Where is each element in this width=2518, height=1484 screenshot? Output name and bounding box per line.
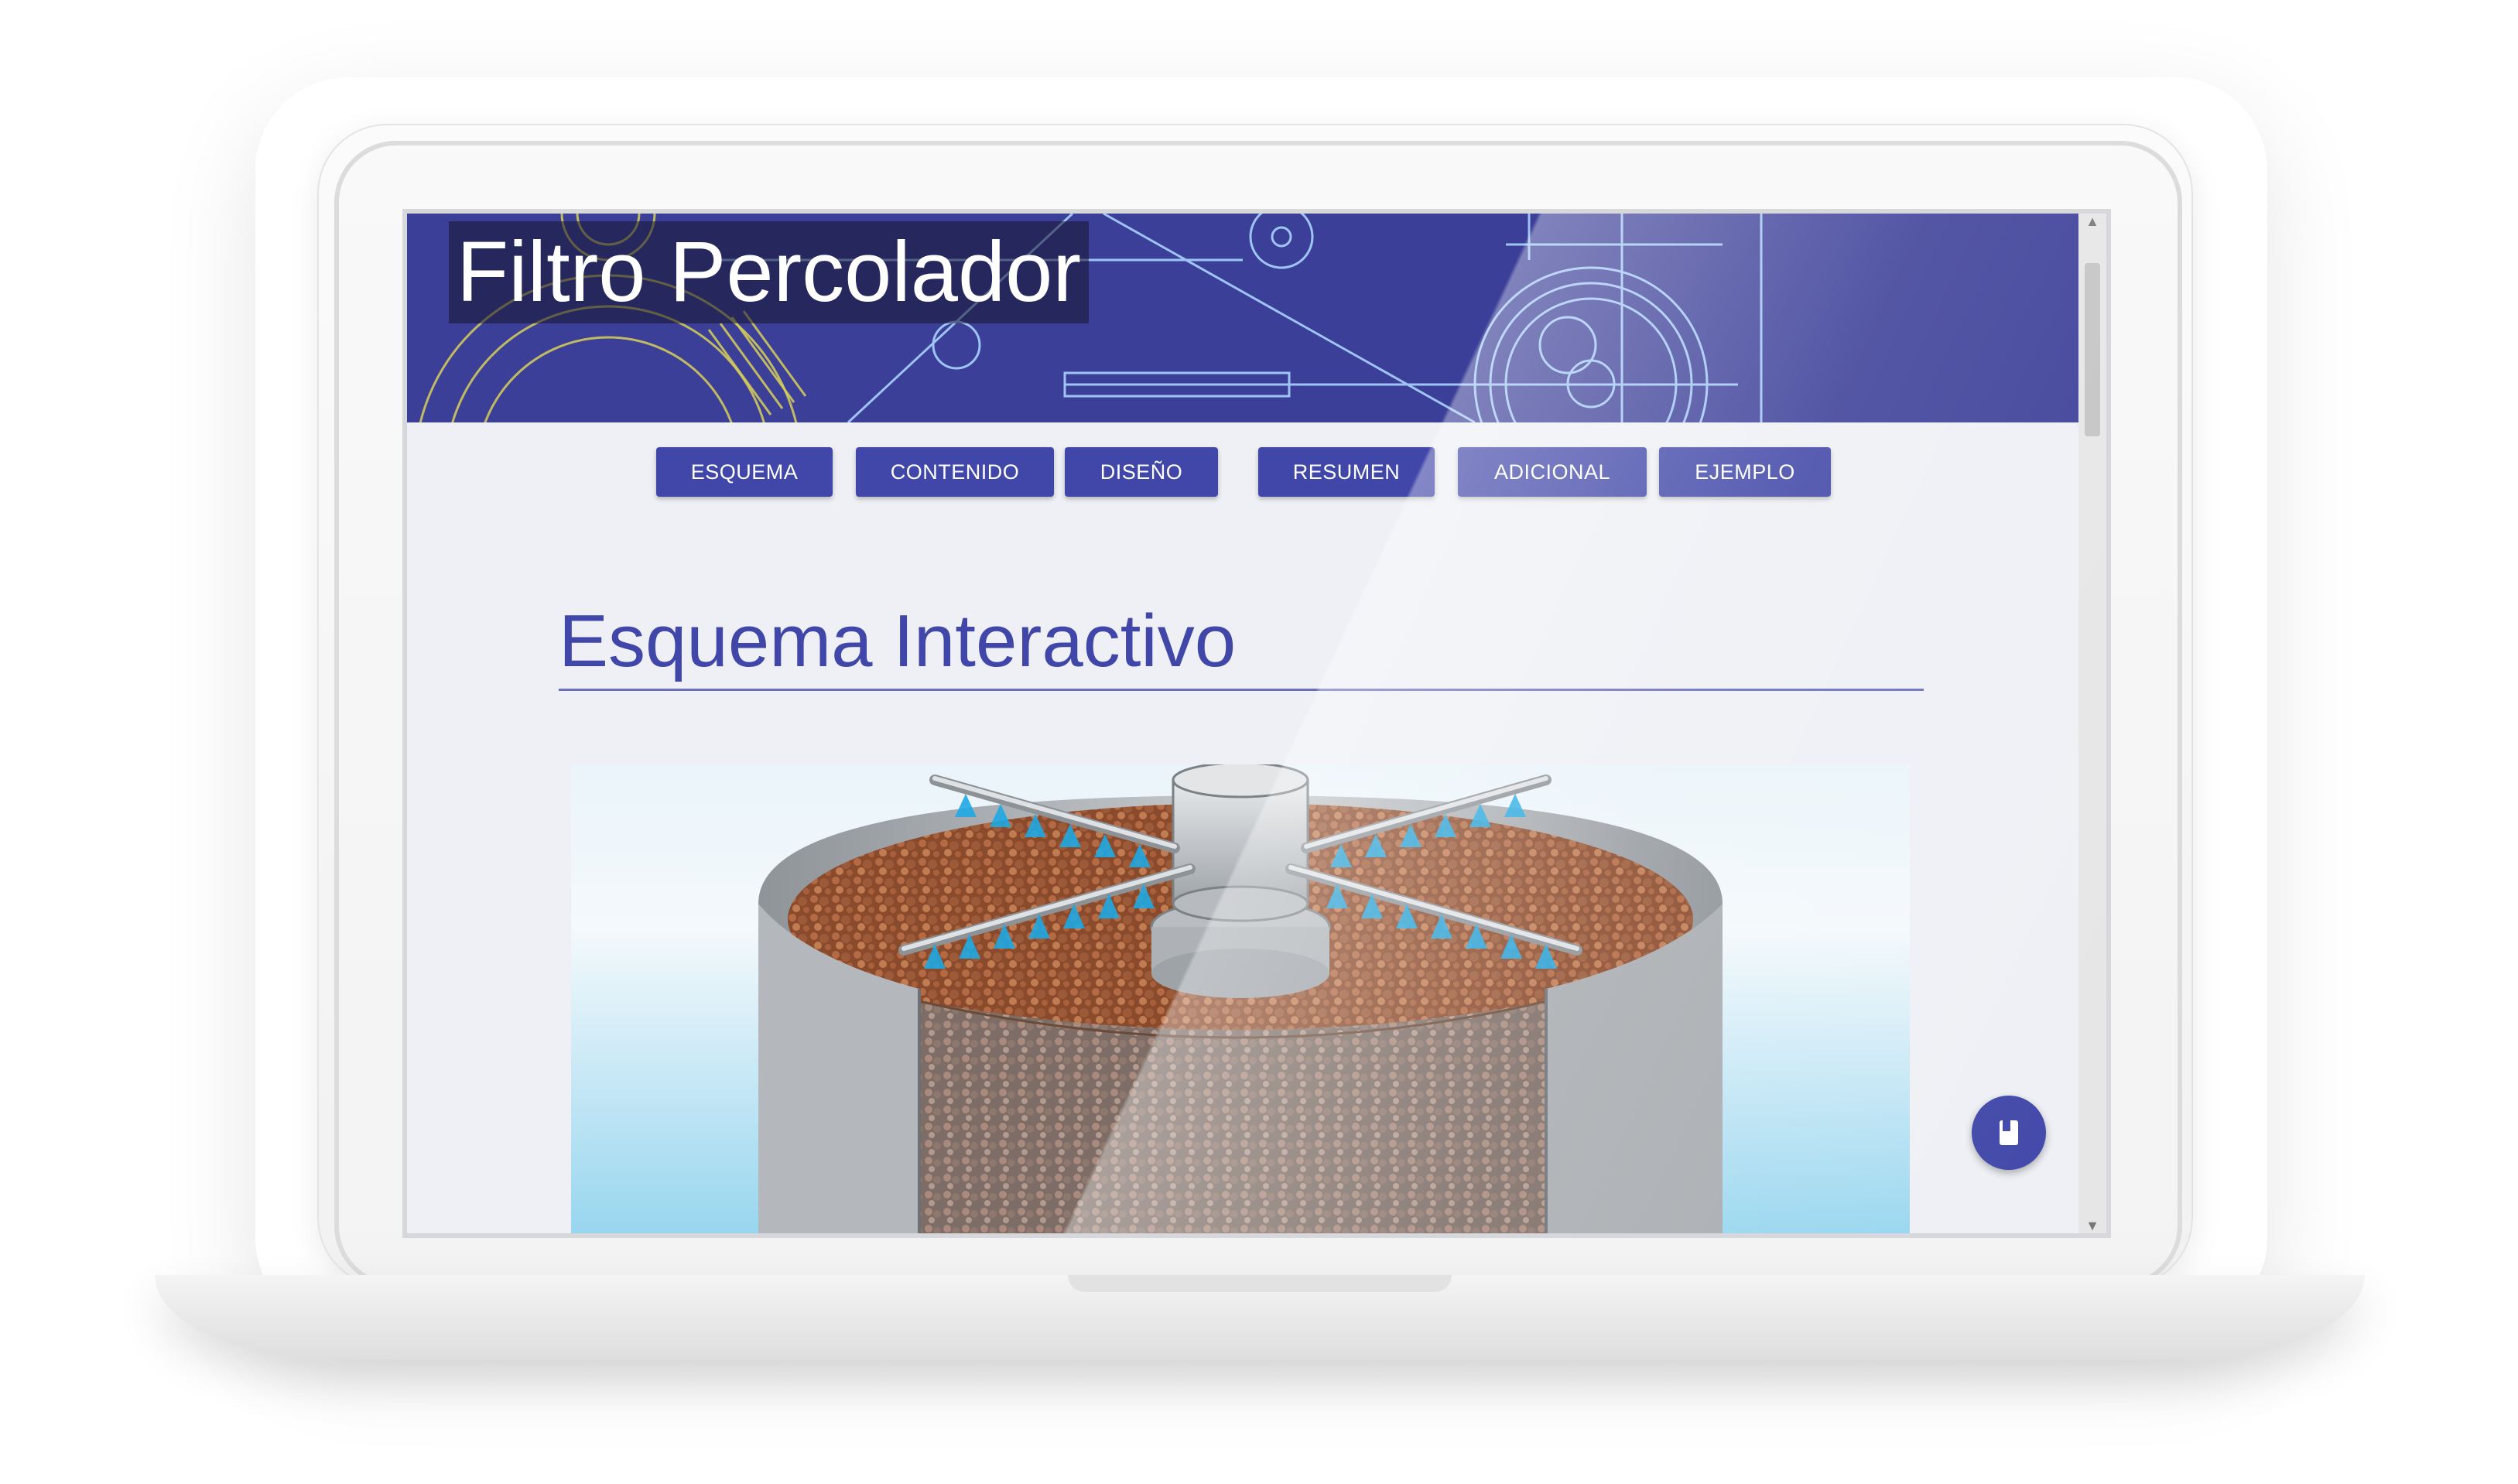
nav-ejemplo-button[interactable]: EJEMPLO (1659, 447, 1831, 497)
nav-diseno-button[interactable]: DISEÑO (1065, 447, 1218, 497)
book-fab-button[interactable] (1972, 1096, 2046, 1170)
site-title: Filtro Percolador (449, 221, 1089, 323)
arrow-up-icon[interactable]: ▲ (2083, 214, 2102, 229)
nav-resumen-button[interactable]: RESUMEN (1258, 447, 1435, 497)
main-navigation: ESQUEMA CONTENIDO DISEÑO RESUMEN ADICION… (407, 447, 2078, 497)
laptop-notch (1068, 1275, 1452, 1292)
header-banner: Filtro Percolador (407, 214, 2078, 422)
nav-esquema-button[interactable]: ESQUEMA (656, 447, 833, 497)
vertical-scrollbar[interactable]: ▲ ▼ (2078, 214, 2106, 1233)
nav-adicional-button[interactable]: ADICIONAL (1458, 447, 1647, 497)
trickling-filter-diagram[interactable] (571, 764, 1910, 1233)
section-heading: Esquema Interactivo (559, 599, 1924, 691)
browser-viewport: Filtro Percolador ESQUEMA CONTENIDO DISE… (402, 209, 2111, 1238)
nav-contenido-button[interactable]: CONTENIDO (856, 447, 1054, 497)
book-icon (2000, 1120, 2018, 1145)
filter-illustration (571, 764, 1910, 1233)
arrow-down-icon[interactable]: ▼ (2083, 1218, 2102, 1233)
scrollbar-thumb[interactable] (2085, 263, 2100, 436)
